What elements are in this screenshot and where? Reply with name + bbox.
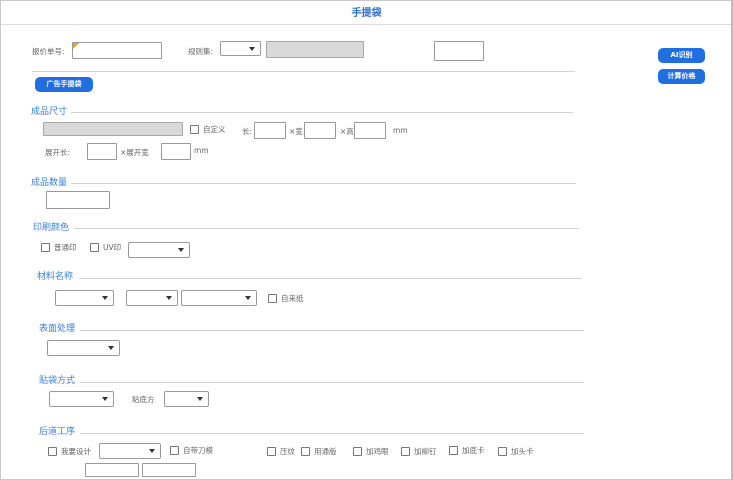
- size-preset-display: [43, 122, 183, 136]
- bottom-paste-select[interactable]: [164, 391, 209, 407]
- material-weight-select[interactable]: [126, 290, 178, 306]
- chevron-down-icon: [197, 397, 203, 401]
- required-marker-icon: [73, 43, 79, 49]
- chevron-down-icon: [166, 296, 172, 300]
- universal-plate-checkbox[interactable]: [301, 447, 310, 456]
- uv-print-checkbox[interactable]: [90, 243, 99, 252]
- section-print-color-divider: [74, 228, 579, 229]
- unfold-width-label: ×展开宽: [120, 148, 149, 157]
- quote-no-label: 报价单号:: [32, 47, 65, 56]
- header-extra-input[interactable]: [434, 41, 484, 61]
- my-design-label: 我要设计: [61, 447, 91, 456]
- custom-size-label: 自定义: [203, 125, 226, 134]
- size-unit-label: mm: [393, 126, 408, 135]
- add-head-card-checkbox[interactable]: [498, 447, 507, 456]
- own-die-label: 自带刀模: [183, 446, 213, 455]
- unfold-length-label: 展开长:: [45, 148, 71, 157]
- bottom-paste-label: 粘底方: [132, 395, 155, 404]
- app-window: 手提袋 报价单号: 规则集: AI识别 计算价格 广告手提袋 成品尺寸 自定义 …: [0, 0, 733, 480]
- page-title: 手提袋: [351, 8, 382, 19]
- chevron-down-icon: [108, 346, 114, 350]
- calculate-price-button[interactable]: 计算价格: [658, 69, 705, 84]
- ad-bag-button[interactable]: 广告手提袋: [35, 77, 93, 92]
- add-rivet-checkbox[interactable]: [401, 447, 410, 456]
- section-post-process-divider: [80, 433, 584, 434]
- height-input[interactable]: [354, 122, 386, 139]
- section-print-color-title: 印刷颜色: [33, 223, 70, 233]
- width-label: ×宽: [289, 127, 303, 136]
- material-type-select[interactable]: [55, 290, 114, 306]
- own-die-checkbox[interactable]: [170, 446, 179, 455]
- quote-no-input[interactable]: [72, 42, 162, 59]
- press-line-label: 压纹: [280, 447, 295, 456]
- section-size-title: 成品尺寸: [31, 107, 68, 117]
- chevron-down-icon: [178, 248, 184, 252]
- unfold-length-input[interactable]: [87, 143, 117, 160]
- add-head-card-label: 加头卡: [511, 447, 534, 456]
- height-label: ×高: [340, 127, 354, 136]
- custom-size-checkbox[interactable]: [190, 125, 199, 134]
- post-process-input-1[interactable]: [85, 463, 139, 477]
- section-size-divider: [71, 112, 573, 113]
- own-paper-checkbox[interactable]: [268, 294, 277, 303]
- universal-plate-label: 用通版: [314, 447, 337, 456]
- title-bar: 手提袋: [1, 1, 731, 25]
- section-pasting-divider: [80, 382, 584, 383]
- add-bottom-card-label: 加底卡: [462, 446, 485, 455]
- rule-set-label: 规则集:: [188, 47, 214, 56]
- section-pasting-title: 贴袋方式: [39, 376, 76, 386]
- material-name-select[interactable]: [181, 290, 257, 306]
- quantity-input[interactable]: [46, 191, 110, 209]
- header-divider: [32, 71, 575, 72]
- section-surface-divider: [80, 330, 584, 331]
- surface-treatment-select[interactable]: [47, 340, 120, 356]
- ai-recognize-button[interactable]: AI识别: [658, 48, 705, 63]
- post-process-input-2[interactable]: [142, 463, 196, 477]
- add-bottom-card-checkbox[interactable]: [449, 446, 458, 455]
- chevron-down-icon: [102, 397, 108, 401]
- print-color-select[interactable]: [128, 242, 190, 258]
- section-quantity-divider: [71, 183, 576, 184]
- length-label: 长:: [242, 127, 253, 136]
- add-eyelet-label: 加鸡眼: [366, 447, 389, 456]
- uv-print-label: UV印: [103, 243, 122, 252]
- chevron-down-icon: [149, 449, 155, 453]
- own-paper-label: 自来纸: [281, 294, 304, 303]
- chevron-down-icon: [245, 296, 251, 300]
- unfold-width-input[interactable]: [161, 143, 191, 160]
- width-input[interactable]: [304, 122, 336, 139]
- add-rivet-label: 加柳钉: [414, 447, 437, 456]
- normal-print-label: 普通印: [54, 243, 77, 252]
- my-design-checkbox[interactable]: [48, 447, 57, 456]
- section-surface-title: 表面处理: [39, 324, 76, 334]
- press-line-checkbox[interactable]: [267, 447, 276, 456]
- add-eyelet-checkbox[interactable]: [353, 447, 362, 456]
- rule-set-select[interactable]: [220, 41, 261, 56]
- chevron-down-icon: [249, 46, 255, 51]
- section-material-title: 材料名称: [37, 272, 74, 282]
- section-material-divider: [79, 278, 582, 279]
- chevron-down-icon: [102, 296, 108, 300]
- design-select[interactable]: [99, 443, 161, 459]
- unfold-unit-label: mm: [194, 146, 209, 155]
- section-quantity-title: 成品数量: [31, 178, 68, 188]
- section-post-process-title: 后道工序: [39, 427, 76, 437]
- rule-set-display: [266, 41, 364, 58]
- pasting-method-select[interactable]: [49, 391, 114, 407]
- length-input[interactable]: [254, 122, 286, 139]
- normal-print-checkbox[interactable]: [41, 243, 50, 252]
